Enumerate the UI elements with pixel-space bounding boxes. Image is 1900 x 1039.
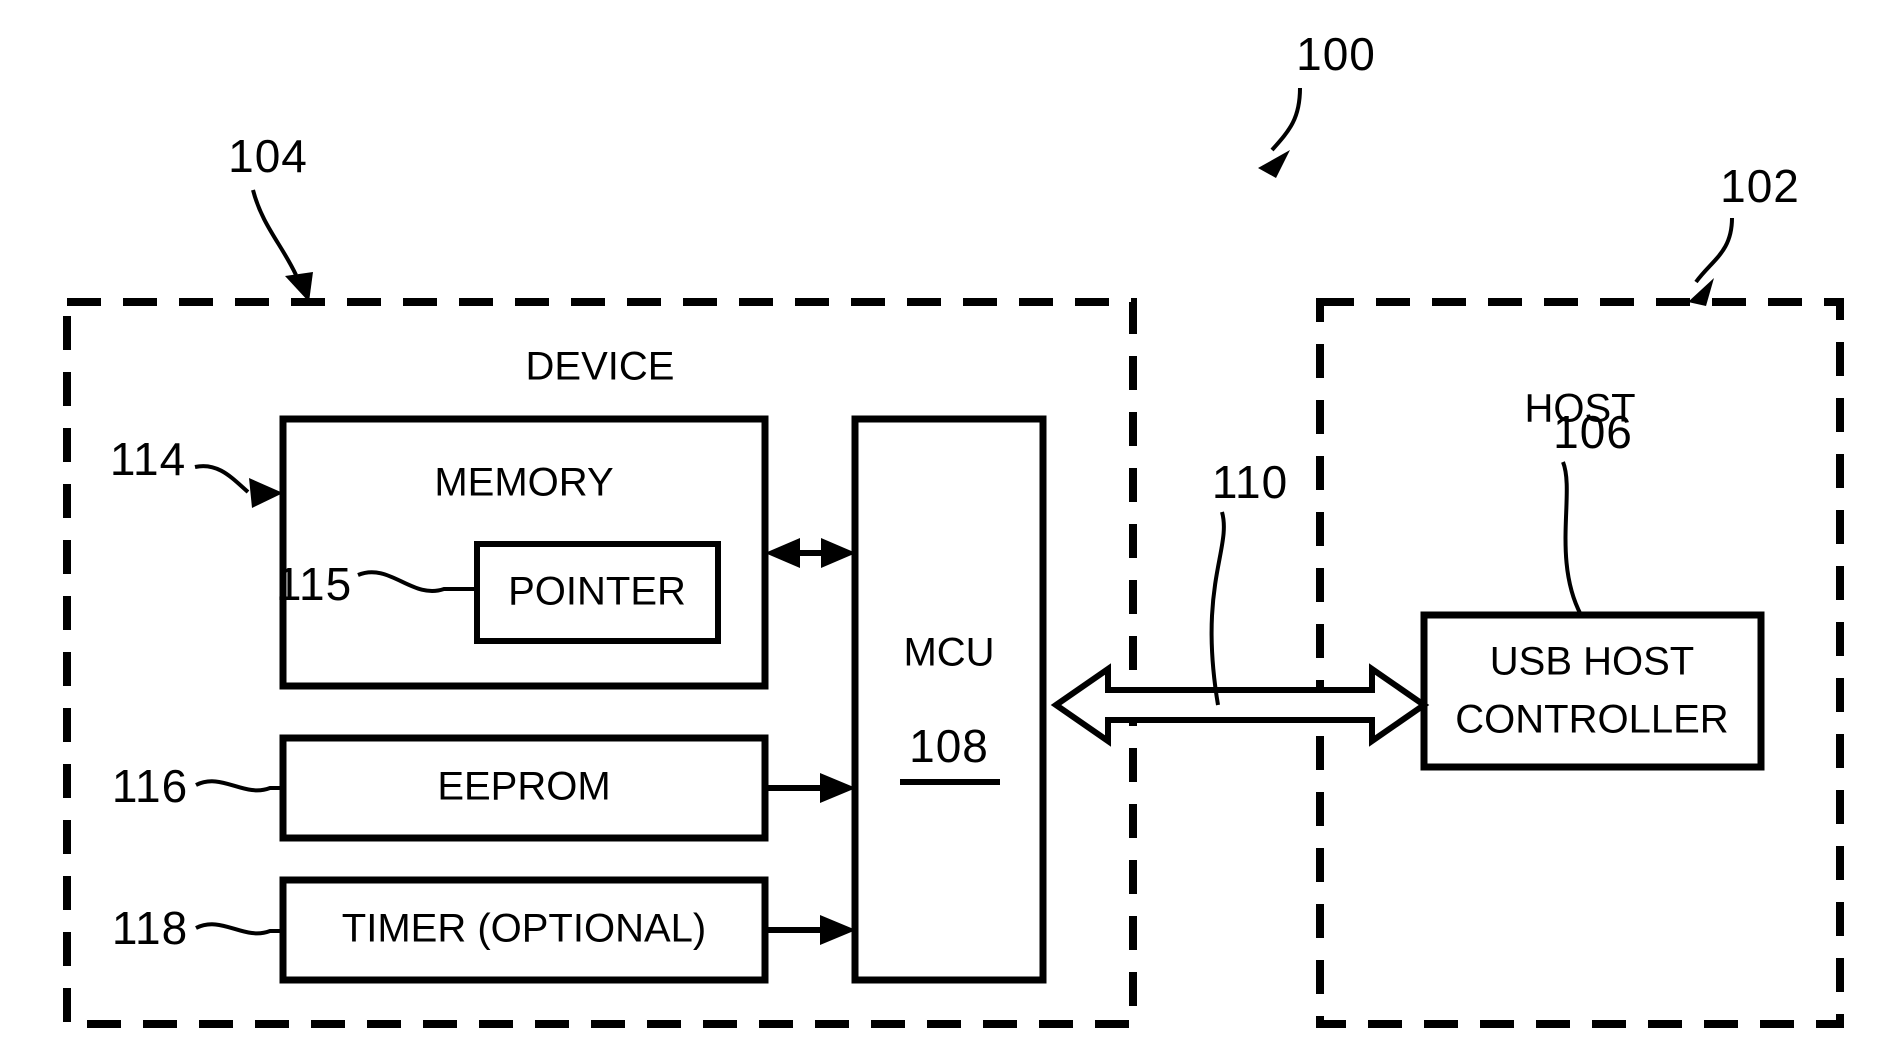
ref-110-leader: [1209, 511, 1226, 706]
device-container-label: DEVICE: [526, 345, 675, 389]
ref-118-leader: [195, 922, 283, 936]
ref-number-106: 106: [1553, 406, 1633, 458]
ref-104-leader: [251, 189, 298, 276]
ref-number-108: 108: [909, 720, 989, 772]
pointer-block-label: POINTER: [508, 570, 686, 614]
usb-host-controller-block: [1420, 611, 1765, 771]
timer-mcu-arrowhead: [820, 915, 856, 945]
ref-102-leader: [1694, 217, 1734, 284]
ref-number-115: 115: [276, 558, 352, 610]
ref-116-leader: [195, 779, 283, 793]
eeprom-block-label: EEPROM: [437, 765, 610, 809]
memory-block-label: MEMORY: [434, 461, 613, 505]
ref-number-116: 116: [112, 760, 188, 812]
memory-mcu-arrowhead-right: [821, 538, 856, 568]
eeprom-mcu-arrowhead: [820, 773, 856, 803]
memory-block: [279, 415, 769, 690]
mcu-block: [851, 415, 1047, 984]
ref-102-arrowhead: [1688, 278, 1714, 306]
timer-block-label: TIMER (OPTIONAL): [342, 907, 706, 951]
memory-mcu-arrowhead-left: [765, 538, 800, 568]
usb-host-controller-label-line1: USB HOST: [1490, 640, 1694, 684]
ref-100-arrowhead: [1258, 150, 1290, 178]
usb-host-controller-label-line2: CONTROLLER: [1455, 698, 1728, 742]
ref-114-arrowhead: [249, 478, 283, 508]
ref-number-104: 104: [228, 130, 308, 182]
ref-106-leader: [1561, 461, 1583, 616]
ref-114-leader: [194, 464, 250, 494]
ref-104-arrowhead: [285, 272, 313, 302]
ref-number-102: 102: [1720, 160, 1800, 212]
patent-figure: DEVICE HOST MEMORY POINTER EEPROM TIMER …: [0, 0, 1900, 1039]
ref-number-110: 110: [1212, 456, 1288, 508]
ref-number-100: 100: [1296, 28, 1376, 80]
ref-number-118: 118: [112, 902, 188, 954]
figure-canvas: DEVICE HOST MEMORY POINTER EEPROM TIMER …: [63, 28, 1844, 1028]
mcu-block-label: MCU: [903, 631, 994, 675]
ref-115-leader: [357, 570, 477, 593]
usb-link-block-arrow: [1050, 663, 1430, 747]
ref-100-leader: [1270, 87, 1302, 152]
ref-number-114: 114: [110, 433, 186, 485]
